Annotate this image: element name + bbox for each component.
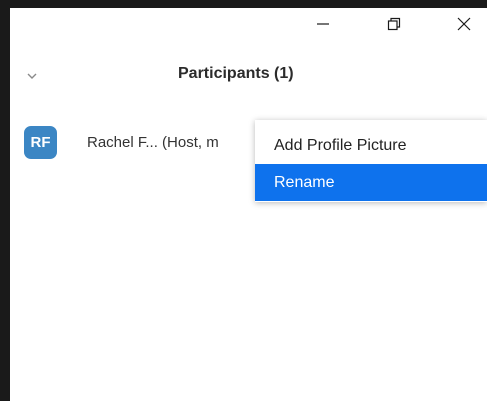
participant-name: Rachel F... (Host, m xyxy=(87,134,219,151)
menu-item-add-profile-picture[interactable]: Add Profile Picture xyxy=(255,127,487,164)
restore-icon xyxy=(387,17,401,31)
collapse-button[interactable] xyxy=(24,68,40,84)
minimize-button[interactable] xyxy=(300,8,346,40)
close-button[interactable] xyxy=(441,8,487,40)
avatar: RF xyxy=(24,126,57,159)
title-bar xyxy=(10,8,487,40)
panel-header: Participants (1) xyxy=(10,60,487,90)
menu-item-rename[interactable]: Rename xyxy=(255,164,487,201)
context-menu: Add Profile Picture Rename xyxy=(255,120,487,202)
restore-button[interactable] xyxy=(371,8,417,40)
close-icon xyxy=(457,17,471,31)
participants-window: Participants (1) RF Rachel F... (Host, m… xyxy=(10,8,487,401)
panel-title: Participants (1) xyxy=(178,65,294,82)
chevron-down-icon xyxy=(27,73,37,79)
minimize-icon xyxy=(317,23,329,25)
